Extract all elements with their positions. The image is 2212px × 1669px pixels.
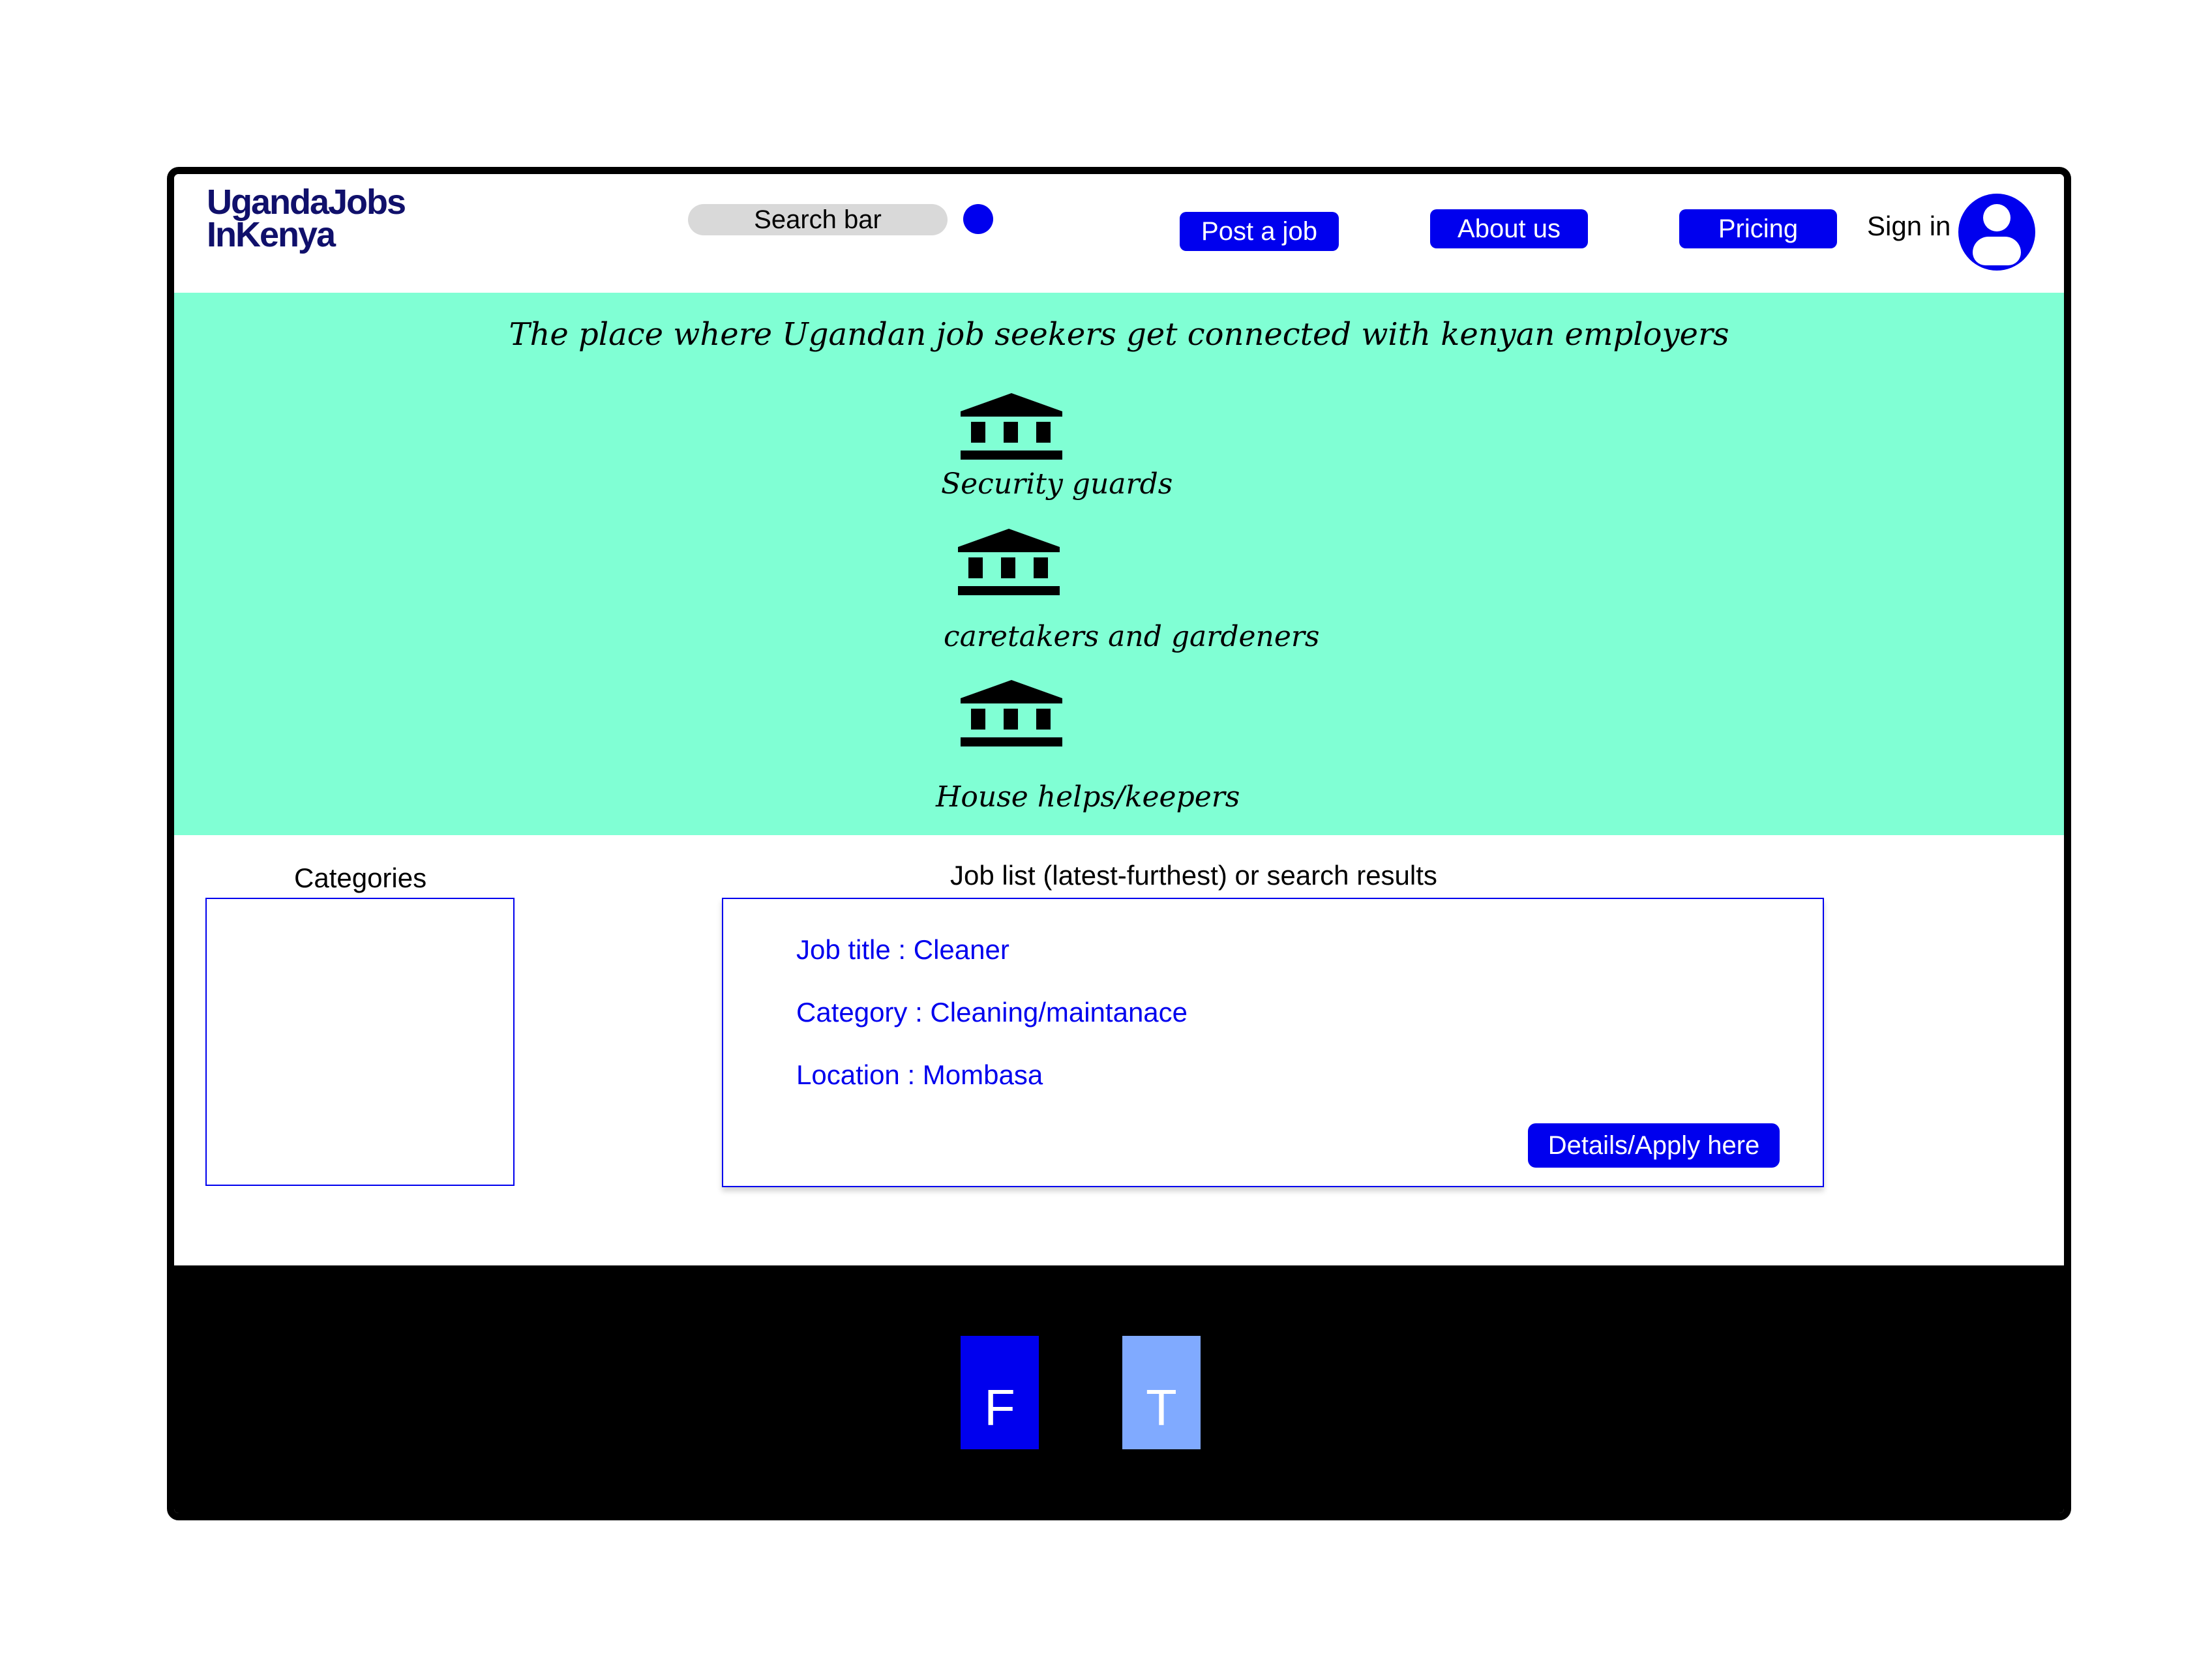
top-nav: UgandaJobs InKenya Search bar Post a job… — [174, 174, 2064, 293]
avatar-body — [1973, 237, 2021, 265]
facebook-icon[interactable]: F — [961, 1336, 1039, 1449]
job-card: Job title : Cleaner Category : Cleaning/… — [722, 898, 1824, 1187]
search-input[interactable]: Search bar — [688, 204, 948, 235]
pricing-button[interactable]: Pricing — [1679, 209, 1837, 248]
categories-title: Categories — [294, 863, 427, 893]
user-avatar-icon[interactable] — [1958, 194, 2035, 271]
job-title: Job title : Cleaner — [796, 934, 1009, 965]
bank-icon — [961, 680, 1062, 748]
logo-line-1: UgandaJobs — [207, 183, 406, 222]
job-list-title: Job list (latest-furthest) or search res… — [950, 860, 1437, 891]
app-window: UgandaJobs InKenya Search bar Post a job… — [167, 167, 2071, 1520]
about-us-button[interactable]: About us — [1430, 209, 1588, 248]
categories-panel[interactable] — [205, 898, 515, 1186]
hero-banner: The place where Ugandan job seekers get … — [174, 293, 2064, 835]
category-caretakers[interactable]: caretakers and gardeners — [944, 620, 1320, 653]
site-logo[interactable]: UgandaJobs InKenya — [207, 183, 406, 254]
main-content: Categories Job list (latest-furthest) or… — [174, 835, 2064, 1265]
twitter-icon[interactable]: T — [1122, 1336, 1201, 1449]
category-security-guards[interactable]: Security guards — [941, 467, 1173, 501]
job-location: Location : Mombasa — [796, 1059, 1043, 1090]
details-apply-button[interactable]: Details/Apply here — [1528, 1123, 1780, 1168]
bank-icon — [958, 529, 1060, 597]
post-job-button[interactable]: Post a job — [1180, 212, 1339, 251]
sign-in-link[interactable]: Sign in — [1867, 211, 1950, 242]
logo-line-2: InKenya — [207, 215, 336, 254]
search-button-icon[interactable] — [963, 204, 993, 234]
hero-tagline: The place where Ugandan job seekers get … — [509, 316, 1729, 353]
footer: F T — [174, 1265, 2064, 1513]
category-house-helps[interactable]: House helps/keepers — [936, 780, 1240, 814]
bank-icon — [961, 393, 1062, 461]
job-category: Category : Cleaning/maintanace — [796, 997, 1188, 1027]
avatar-head — [1983, 204, 2010, 231]
